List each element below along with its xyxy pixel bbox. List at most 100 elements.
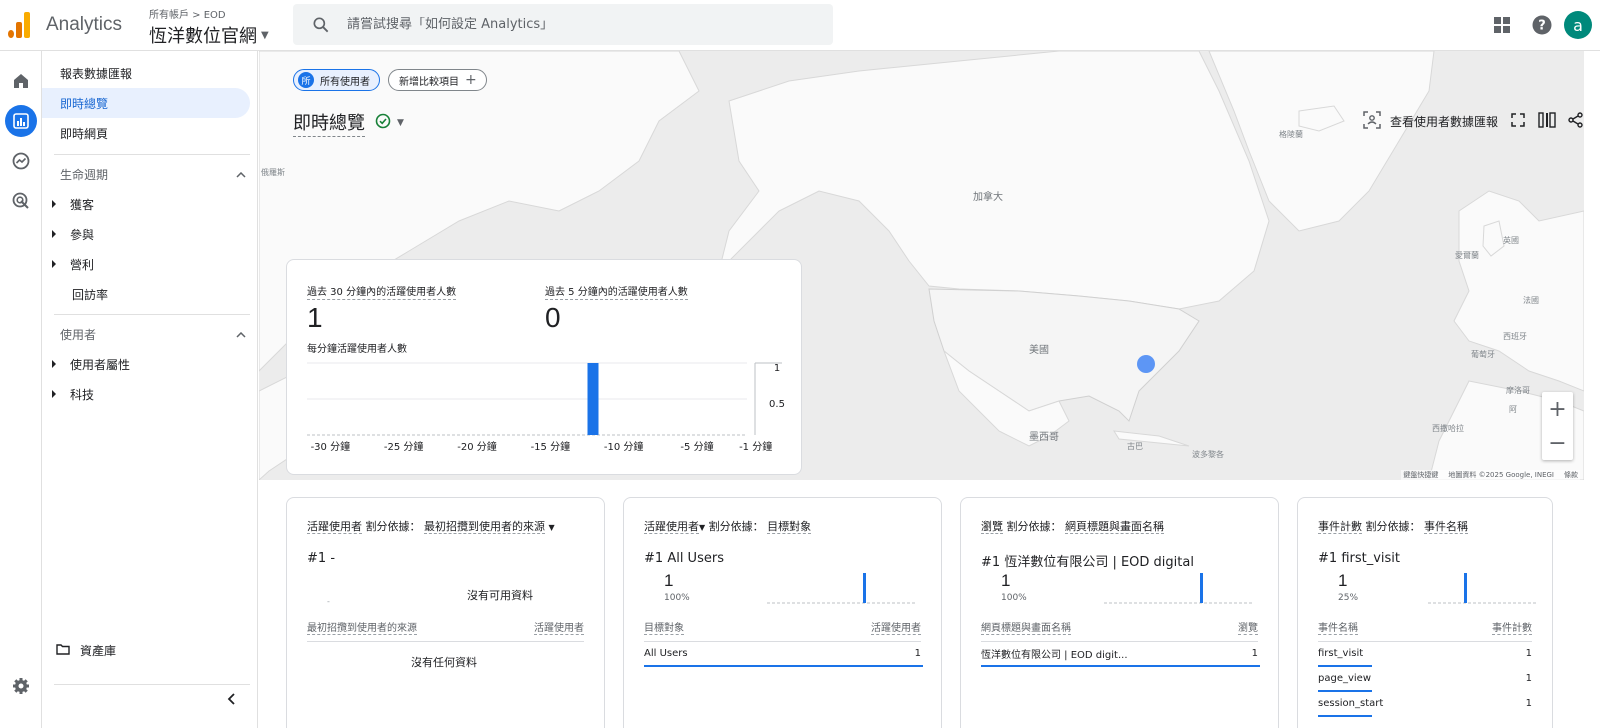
dimension-name[interactable]: 最初招攬到使用者的來源 bbox=[424, 520, 545, 534]
dimension-name[interactable]: 事件名稱 bbox=[1424, 520, 1468, 534]
column-header[interactable]: 瀏覽 bbox=[1238, 619, 1258, 635]
column-header[interactable]: 網頁標題與畫面名稱 bbox=[981, 619, 1071, 635]
metric-name[interactable]: 瀏覽 bbox=[981, 520, 1003, 534]
caret-down-icon[interactable]: ▼ bbox=[699, 523, 705, 532]
expand-arrow-icon bbox=[52, 390, 56, 398]
advertising-icon[interactable] bbox=[5, 185, 37, 217]
top-percent: 100% bbox=[1001, 593, 1027, 603]
table-row[interactable]: session_start 1 bbox=[1318, 691, 1532, 716]
sidebar-item-engagement[interactable]: 參與 bbox=[52, 219, 94, 249]
sidebar-item-library[interactable]: 資產庫 bbox=[56, 635, 116, 665]
chevron-up-icon bbox=[236, 327, 246, 341]
table-header: 目標對象 活躍使用者 bbox=[644, 619, 921, 642]
x-tick-label: -10 分鐘 bbox=[604, 440, 644, 453]
keyboard-shortcuts-link[interactable]: 鍵盤快捷鍵 bbox=[1403, 470, 1438, 480]
dimension-name[interactable]: 目標對象 bbox=[767, 520, 812, 534]
add-comparison-button[interactable]: 新增比較項目 + bbox=[388, 69, 487, 91]
page-title[interactable]: 即時總覽 bbox=[293, 109, 365, 137]
map-zoom-controls: + − bbox=[1542, 392, 1573, 460]
terms-link[interactable]: 條款 bbox=[1564, 470, 1578, 480]
table-header: 事件名稱 事件計數 bbox=[1318, 619, 1532, 642]
sidebar-section-user[interactable]: 使用者 bbox=[60, 319, 246, 349]
app-name: Analytics bbox=[46, 14, 123, 35]
zoom-out-icon[interactable]: − bbox=[1548, 431, 1566, 456]
sidebar-item-monetization[interactable]: 營利 bbox=[52, 249, 94, 279]
svg-text:?: ? bbox=[1538, 19, 1546, 34]
sidebar-divider bbox=[54, 314, 250, 315]
metric-name[interactable]: 活躍使用者 bbox=[644, 520, 699, 534]
column-header[interactable]: 事件計數 bbox=[1492, 619, 1532, 635]
map-label-morocco: 摩洛哥 bbox=[1506, 386, 1530, 395]
card-header: 活躍使用者 割分依據： 最初招攬到使用者的來源 ▼ bbox=[307, 518, 555, 534]
sparkline-chart bbox=[1428, 573, 1538, 604]
sidebar-item-realtime-overview[interactable]: 即時總覽 bbox=[42, 88, 250, 118]
table-header: 網頁標題與畫面名稱 瀏覽 bbox=[981, 619, 1258, 642]
search-bar[interactable] bbox=[293, 4, 833, 45]
segment-icon: 所 bbox=[298, 72, 314, 88]
sidebar-section-lifecycle[interactable]: 生命週期 bbox=[60, 159, 246, 189]
user-avatar[interactable]: a bbox=[1564, 11, 1592, 39]
map-data-credit: 地圖資料 ©2025 Google, INEGI bbox=[1448, 471, 1554, 479]
x-tick-label: -25 分鐘 bbox=[384, 440, 424, 453]
top-percent: 100% bbox=[664, 593, 690, 603]
table-row[interactable]: All Users 1 bbox=[644, 641, 921, 666]
top-rank: #1 - bbox=[307, 551, 336, 566]
analytics-logo-icon[interactable] bbox=[8, 12, 32, 38]
view-user-snapshot-button[interactable]: 查看使用者數據匯報 bbox=[1363, 111, 1498, 132]
expand-arrow-icon bbox=[52, 200, 56, 208]
card-header: 事件計數 割分依據： 事件名稱 bbox=[1318, 518, 1468, 534]
metric-name[interactable]: 活躍使用者 bbox=[307, 520, 362, 534]
folder-icon bbox=[56, 643, 70, 658]
reports-icon[interactable] bbox=[5, 105, 37, 137]
caret-down-icon[interactable]: ▼ bbox=[397, 118, 404, 128]
row-share-bar bbox=[644, 665, 923, 667]
zoom-in-icon[interactable]: + bbox=[1548, 397, 1566, 422]
column-header[interactable]: 目標對象 bbox=[644, 619, 684, 635]
sidebar-item-reports-snapshot[interactable]: 報表數據匯報 bbox=[42, 58, 250, 88]
explore-icon[interactable] bbox=[5, 145, 37, 177]
compare-columns-icon[interactable] bbox=[1538, 112, 1556, 131]
table-row[interactable]: 恆洋數位有限公司 | EOD digit... 1 bbox=[981, 641, 1258, 666]
card-header: 活躍使用者▼ 割分依據： 目標對象 bbox=[644, 518, 812, 534]
table-row[interactable]: first_visit 1 bbox=[1318, 641, 1532, 666]
settings-gear-icon[interactable] bbox=[5, 670, 37, 702]
plus-icon: + bbox=[465, 72, 477, 88]
column-header[interactable]: 活躍使用者 bbox=[534, 619, 584, 635]
reports-sidebar: 報表數據匯報 即時總覽 即時網頁 生命週期 獲客 參與 營利 回訪率 使用者 使… bbox=[42, 51, 258, 728]
map-label-greenland: 格陵蘭 bbox=[1279, 130, 1303, 139]
sidebar-item-tech[interactable]: 科技 bbox=[52, 379, 94, 409]
share-icon[interactable] bbox=[1568, 112, 1584, 131]
column-header[interactable]: 最初招攬到使用者的來源 bbox=[307, 619, 417, 635]
split-label: 割分依據： bbox=[708, 520, 764, 533]
column-header[interactable]: 活躍使用者 bbox=[871, 619, 921, 635]
table-row[interactable]: page_view 1 bbox=[1318, 666, 1532, 691]
map-label-mexico: 墨西哥 bbox=[1029, 432, 1059, 443]
snapshot-icon bbox=[1363, 111, 1381, 132]
per-minute-bar-chart[interactable]: 1 0.5 -30 分鐘 -25 分鐘 -20 分鐘 -15 分鐘 -10 分鐘 -5 分鐘 -… bbox=[287, 260, 803, 476]
apps-grid-icon[interactable] bbox=[1482, 5, 1522, 45]
collapse-sidebar-icon[interactable] bbox=[216, 684, 246, 714]
account-breadcrumb: 所有帳戶 > EOD bbox=[149, 10, 226, 21]
sidebar-item-user-attributes[interactable]: 使用者屬性 bbox=[52, 349, 130, 379]
split-label: 割分依據： bbox=[365, 520, 421, 533]
main-content: 加拿大 美國 墨西哥 古巴 波多黎各 格陵蘭 愛爾蘭 英國 法國 西班牙 葡萄牙… bbox=[259, 51, 1600, 728]
search-input[interactable] bbox=[347, 17, 787, 32]
comparison-chips: 所 所有使用者 新增比較項目 + bbox=[293, 69, 487, 91]
x-tick-label: -20 分鐘 bbox=[457, 440, 497, 453]
account-picker[interactable]: 所有帳戶 > EOD 恆洋數位官網 ▼ bbox=[149, 6, 269, 48]
dimension-name[interactable]: 網頁標題與畫面名稱 bbox=[1065, 520, 1164, 534]
metric-name[interactable]: 事件計數 bbox=[1318, 520, 1362, 534]
home-icon[interactable] bbox=[5, 65, 37, 97]
sidebar-item-retention[interactable]: 回訪率 bbox=[72, 279, 108, 309]
sparkline-chart bbox=[1104, 573, 1254, 604]
sidebar-item-realtime-pages[interactable]: 即時網頁 bbox=[42, 118, 250, 148]
column-header[interactable]: 事件名稱 bbox=[1318, 619, 1358, 635]
map-toolbar: 查看使用者數據匯報 bbox=[1363, 111, 1584, 132]
help-icon[interactable]: ? bbox=[1522, 5, 1562, 45]
all-users-chip[interactable]: 所 所有使用者 bbox=[293, 69, 380, 91]
map-label-western-sahara: 西撒哈拉 bbox=[1432, 424, 1464, 433]
fullscreen-icon[interactable] bbox=[1510, 112, 1526, 131]
caret-down-icon[interactable]: ▼ bbox=[549, 523, 555, 532]
sidebar-item-acquisition[interactable]: 獲客 bbox=[52, 189, 94, 219]
x-tick-label: -1 分鐘 bbox=[739, 440, 772, 453]
